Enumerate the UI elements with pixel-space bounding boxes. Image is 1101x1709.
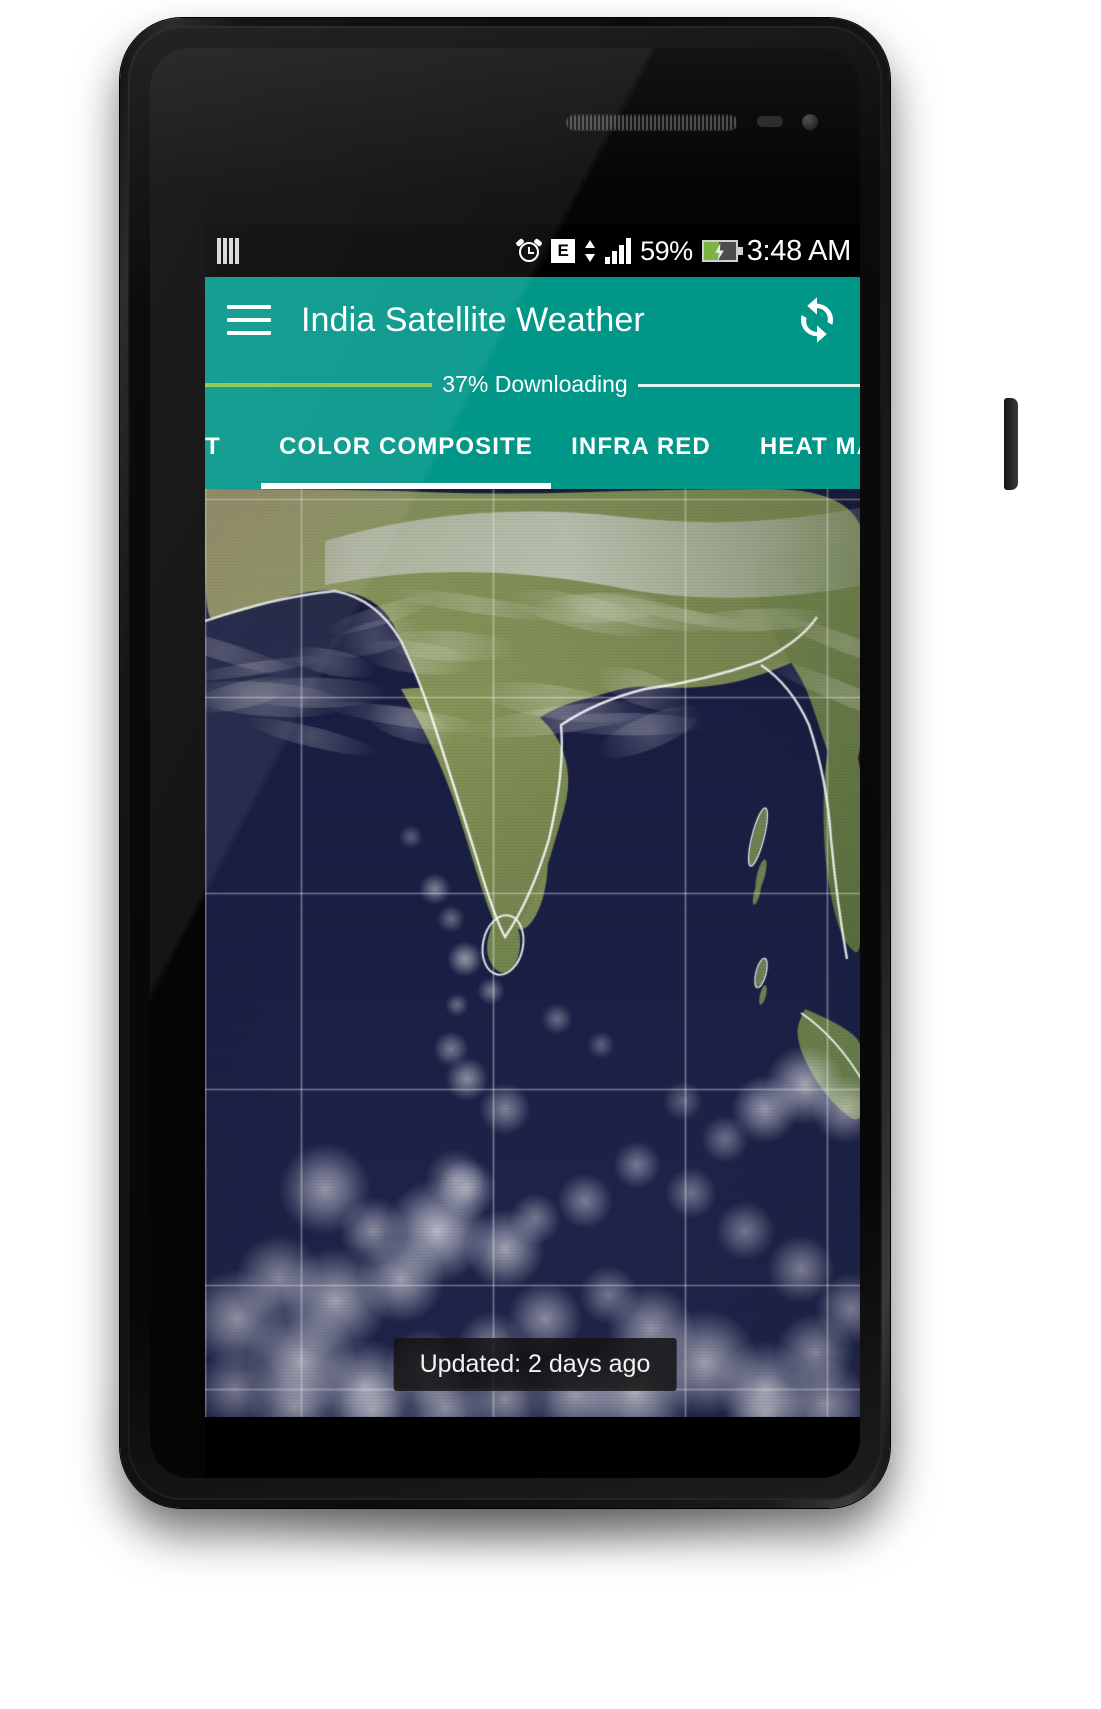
- signal-bars-icon: [605, 238, 631, 264]
- screenshot-root: E 59% 3:48 AM India Satellite Weather 37…: [0, 0, 1101, 1709]
- download-progress-bar: 37% Downloading: [205, 363, 860, 405]
- progress-label: 37% Downloading: [432, 371, 637, 398]
- phone-screen: E 59% 3:48 AM India Satellite Weather 37…: [205, 225, 860, 1417]
- status-toast: Updated: 2 days ago: [394, 1338, 677, 1391]
- hamburger-menu-icon[interactable]: [227, 305, 271, 335]
- tab-label: T: [205, 433, 221, 461]
- tab-t[interactable]: T: [205, 405, 261, 489]
- status-bar-right: E 59% 3:48 AM: [516, 235, 851, 268]
- proximity-sensor-icon: [757, 116, 783, 127]
- light-sensor-icon: [802, 114, 818, 130]
- refresh-icon[interactable]: [791, 294, 843, 346]
- phone-front-face: E 59% 3:48 AM India Satellite Weather 37…: [150, 48, 860, 1478]
- tab-label: COLOR COMPOSITE: [279, 433, 533, 461]
- battery-percent-label: 59%: [640, 236, 693, 267]
- tab-bar: T COLOR COMPOSITE INFRA RED HEAT MAP: [205, 405, 860, 489]
- earpiece-speaker-icon: [566, 114, 738, 130]
- status-bar-left: [217, 238, 239, 264]
- phone-device: E 59% 3:48 AM India Satellite Weather 37…: [120, 18, 890, 1508]
- clock-label: 3:48 AM: [747, 235, 851, 268]
- tab-heat-map[interactable]: HEAT MAP: [731, 405, 860, 489]
- network-type-badge: E: [551, 239, 575, 263]
- tab-label: HEAT MAP: [760, 433, 860, 461]
- data-updown-icon: [584, 238, 596, 264]
- tab-color-composite[interactable]: COLOR COMPOSITE: [261, 405, 551, 489]
- battery-charging-icon: [702, 240, 738, 262]
- screen-top-glare: [150, 48, 860, 198]
- progress-track-remaining: [607, 384, 860, 387]
- alarm-icon: [516, 238, 542, 264]
- tab-infra-red[interactable]: INFRA RED: [551, 405, 731, 489]
- satellite-map-view[interactable]: Updated: 2 days ago: [205, 489, 860, 1417]
- screen-bottom-chin: [205, 1417, 860, 1478]
- page-title: India Satellite Weather: [301, 301, 645, 340]
- progress-track-filled: [205, 383, 464, 387]
- app-bar: India Satellite Weather: [205, 277, 860, 363]
- tab-label: INFRA RED: [571, 433, 711, 461]
- phone-bezel: E 59% 3:48 AM India Satellite Weather 37…: [128, 26, 882, 1500]
- power-button[interactable]: [1004, 398, 1018, 490]
- sim-bars-icon: [217, 238, 239, 264]
- satellite-image: [205, 489, 860, 1417]
- android-status-bar: E 59% 3:48 AM: [205, 225, 860, 277]
